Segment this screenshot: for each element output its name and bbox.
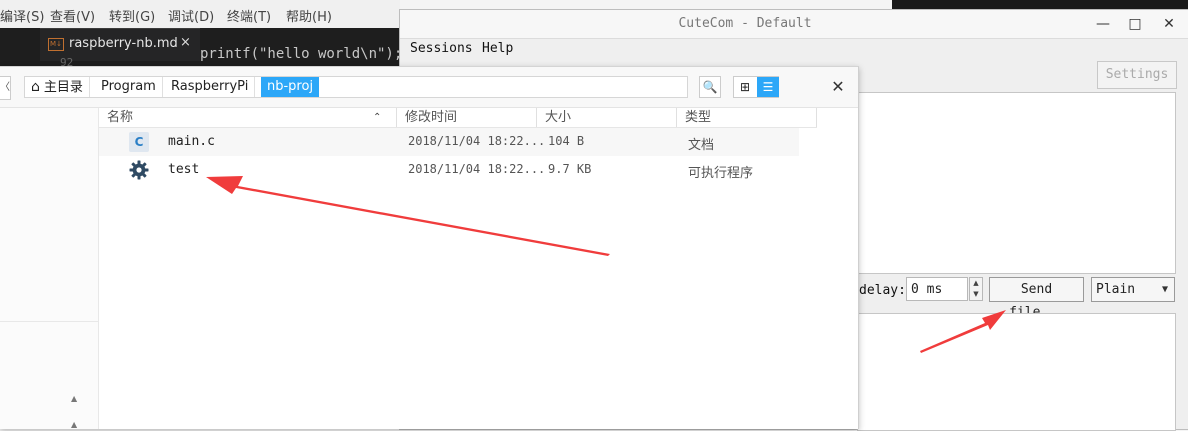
annotation-arrow-to-send-file: [920, 310, 1006, 353]
annotation-arrow-to-test: [206, 176, 610, 256]
annotation-overlay: [206, 176, 1006, 353]
